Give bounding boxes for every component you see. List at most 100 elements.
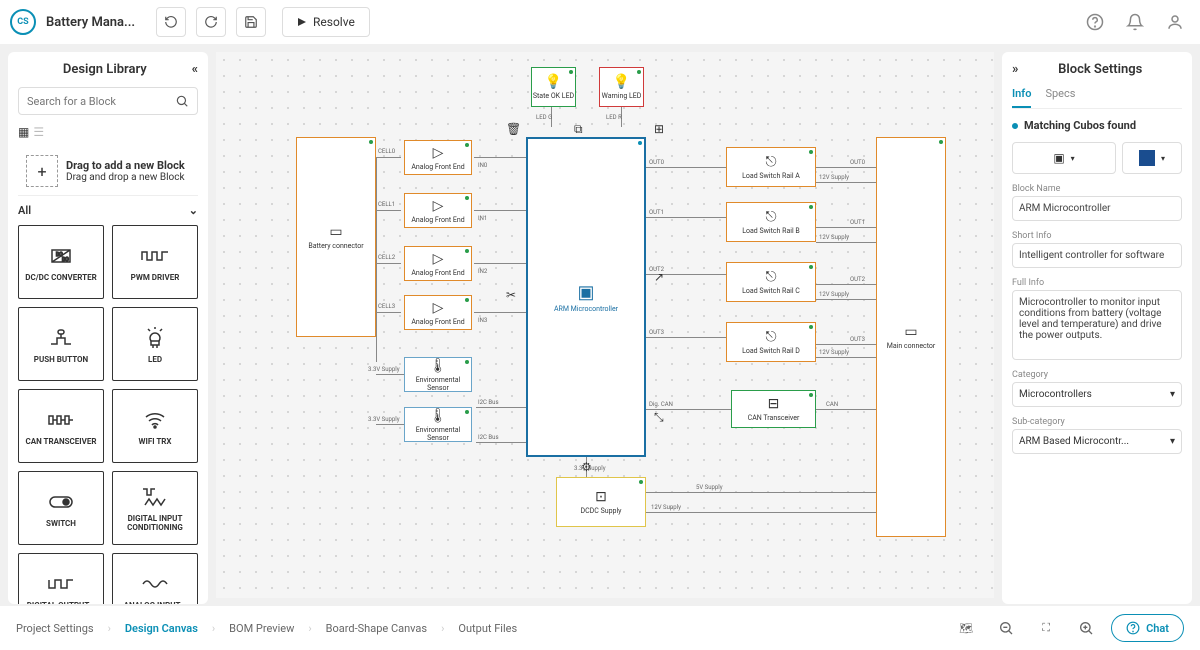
- filter-dropdown[interactable]: All ⌄: [18, 204, 198, 217]
- redo-button[interactable]: [196, 7, 226, 37]
- node-load-0[interactable]: ⎋Load Switch Rail A: [726, 147, 816, 187]
- port-out2: OUT2: [649, 266, 664, 273]
- node-load-2[interactable]: ⎋Load Switch Rail C: [726, 262, 816, 302]
- crumb-project[interactable]: Project Settings: [16, 622, 94, 635]
- node-dcdc[interactable]: ⊡DCDC Supply: [556, 477, 646, 527]
- block-pushbutton[interactable]: PUSH BUTTON: [18, 307, 104, 381]
- color-picker[interactable]: ▾: [1122, 142, 1182, 174]
- drag-title: Drag to add a new Block: [66, 159, 185, 172]
- subcategory-select[interactable]: ARM Based Microcontr...▾: [1012, 429, 1182, 454]
- tab-specs[interactable]: Specs: [1045, 87, 1075, 108]
- cut-icon[interactable]: ✂: [506, 288, 521, 302]
- search-icon: [175, 94, 189, 108]
- port-cell0: CELL0: [378, 148, 395, 155]
- subcategory-label: Sub-category: [1012, 417, 1182, 427]
- drag-sub: Drag and drop a new Block: [66, 172, 185, 183]
- block-dcdc[interactable]: DCDCDC/DC CONVERTER: [18, 225, 104, 299]
- full-info-label: Full Info: [1012, 278, 1182, 288]
- copy-icon[interactable]: ⧉: [574, 122, 583, 137]
- bottombar: Project Settings› Design Canvas› BOM Pre…: [0, 606, 1200, 650]
- drag-new-block[interactable]: + Drag to add a new Block Drag and drop …: [18, 147, 198, 196]
- node-afe-0[interactable]: ▷Analog Front End: [404, 140, 472, 175]
- short-info-input[interactable]: Intelligent controller for software: [1012, 243, 1182, 268]
- node-load-3[interactable]: ⎋Load Switch Rail D: [726, 322, 816, 362]
- node-warn-led[interactable]: 💡Warning LED: [599, 67, 644, 107]
- logo-icon: CS: [10, 9, 36, 35]
- user-button[interactable]: [1160, 7, 1190, 37]
- map-icon[interactable]: 🗺: [951, 613, 981, 643]
- chat-button[interactable]: Chat: [1111, 614, 1184, 642]
- help-button[interactable]: [1080, 7, 1110, 37]
- crumb-board[interactable]: Board-Shape Canvas: [326, 622, 427, 635]
- resolve-button[interactable]: Resolve: [282, 7, 370, 37]
- node-mcu[interactable]: ▣ ARM Microcontroller: [526, 137, 646, 457]
- block-pwm[interactable]: PWM DRIVER: [112, 225, 198, 299]
- svg-text:DC: DC: [62, 257, 69, 263]
- port-ledg: LED G: [536, 114, 552, 121]
- rightpanel-title: Block Settings: [1018, 62, 1182, 77]
- undo-button[interactable]: [156, 7, 186, 37]
- notifications-button[interactable]: [1120, 7, 1150, 37]
- block-wifi[interactable]: WIFI TRX: [112, 389, 198, 463]
- search-box[interactable]: [18, 87, 198, 115]
- crumb-bom[interactable]: BOM Preview: [229, 622, 294, 635]
- short-info-label: Short Info: [1012, 231, 1182, 241]
- port-in1: IN1: [478, 215, 487, 222]
- grid-view-icon[interactable]: ▦: [18, 125, 29, 139]
- block-digout[interactable]: DIGITAL OUTPUT...: [18, 553, 104, 604]
- node-load-1[interactable]: ⎋Load Switch Rail B: [726, 202, 816, 242]
- node-env-0[interactable]: 🌡Environmental Sensor: [404, 357, 472, 392]
- filter-label: All: [18, 204, 31, 217]
- delete-icon[interactable]: 🗑: [506, 122, 521, 136]
- chevron-down-icon: ⌄: [189, 204, 198, 217]
- port-cell3: CELL3: [378, 303, 395, 310]
- category-label: Category: [1012, 370, 1182, 380]
- port-cell2: CELL2: [378, 254, 395, 261]
- port-5v: 5V Supply: [696, 484, 723, 491]
- node-label: Battery connector: [308, 242, 363, 250]
- node-afe-3[interactable]: ▷Analog Front End: [404, 295, 472, 330]
- port-cell1: CELL1: [378, 201, 395, 208]
- canvas-toolbar-left: 🗑 ✂: [506, 122, 521, 302]
- block-can[interactable]: CAN TRANSCEIVER: [18, 389, 104, 463]
- category-select[interactable]: Microcontrollers▾: [1012, 382, 1182, 407]
- node-afe-1[interactable]: ▷Analog Front End: [404, 193, 472, 228]
- node-battery-connector[interactable]: ▭ Battery connector: [296, 137, 376, 337]
- block-analogin[interactable]: ANALOG INPUT...: [112, 553, 198, 604]
- group-icon[interactable]: ⊞: [654, 122, 664, 136]
- fit-screen-button[interactable]: ⛶: [1031, 613, 1061, 643]
- node-afe-2[interactable]: ▷Analog Front End: [404, 246, 472, 281]
- topbar: CS Battery Mana... Resolve: [0, 0, 1200, 44]
- search-input[interactable]: [27, 95, 175, 108]
- port-can: CAN: [826, 401, 838, 408]
- resize-icon[interactable]: ⤡: [654, 410, 664, 425]
- save-button[interactable]: [236, 7, 266, 37]
- node-can[interactable]: ⊟CAN Transceiver: [731, 390, 816, 428]
- design-canvas[interactable]: 🗑 ✂ ⧉ ⊞ ↗ ⤡ ⚙ ▭ Battery connector CELL0 …: [216, 52, 994, 598]
- canvas-toolbar-right: ⊞ ↗ ⤡: [654, 122, 664, 425]
- block-name-label: Block Name: [1012, 184, 1182, 194]
- block-name-input[interactable]: ARM Microcontroller: [1012, 196, 1182, 221]
- port-12v: 12V Supply: [651, 504, 681, 511]
- port-out3: OUT3: [649, 329, 664, 336]
- node-main-connector[interactable]: ▭ Main connector: [876, 137, 946, 537]
- port-i2c-1: I2C Bus: [478, 434, 499, 441]
- project-name: Battery Mana...: [46, 15, 146, 30]
- zoom-out-button[interactable]: [991, 613, 1021, 643]
- crumb-output[interactable]: Output Files: [458, 622, 517, 635]
- list-view-icon[interactable]: ☰: [33, 125, 44, 139]
- chat-label: Chat: [1146, 622, 1169, 635]
- collapse-left-icon[interactable]: «: [192, 62, 198, 77]
- block-switch[interactable]: SWITCH: [18, 471, 104, 545]
- crumb-design[interactable]: Design Canvas: [125, 622, 198, 635]
- block-digin[interactable]: DIGITAL INPUT CONDITIONING: [112, 471, 198, 545]
- block-led[interactable]: LED: [112, 307, 198, 381]
- zoom-in-button[interactable]: [1071, 613, 1101, 643]
- icon-picker[interactable]: ▣ ▾: [1012, 142, 1116, 174]
- node-env-1[interactable]: 🌡Environmental Sensor: [404, 407, 472, 442]
- tab-info[interactable]: Info: [1012, 87, 1031, 108]
- full-info-textarea[interactable]: Microcontroller to monitor input conditi…: [1012, 290, 1182, 360]
- resolve-label: Resolve: [313, 15, 355, 29]
- node-state-led[interactable]: 💡State OK LED: [531, 67, 576, 107]
- port-in2: IN2: [478, 268, 487, 275]
